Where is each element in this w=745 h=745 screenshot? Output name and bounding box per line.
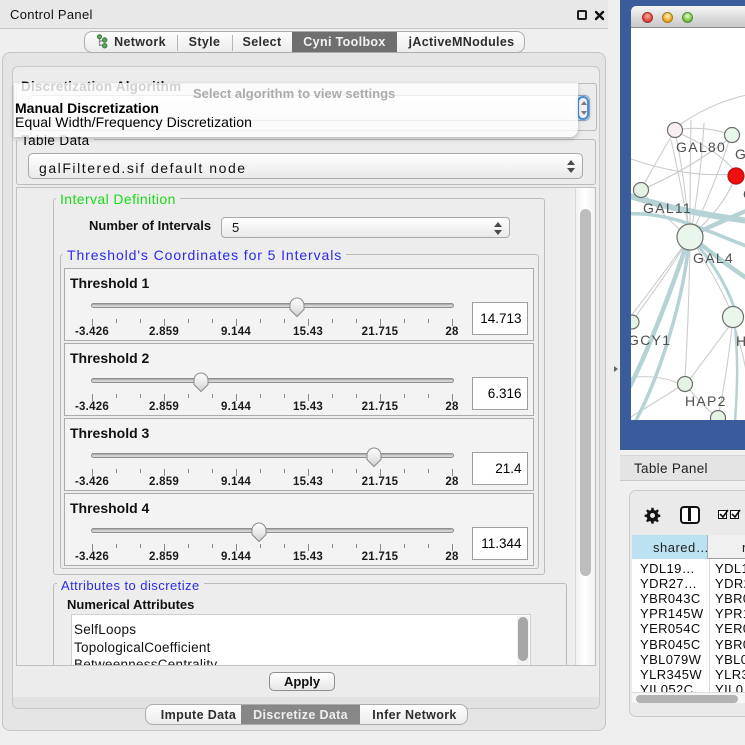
svg-text:GAL4: GAL4 (693, 250, 734, 266)
svg-text:GA: GA (735, 146, 745, 162)
svg-text:H: H (736, 333, 745, 349)
svg-text:GAL11: GAL11 (643, 200, 692, 216)
svg-text:HAP2: HAP2 (685, 393, 727, 409)
svg-text:GAL80: GAL80 (676, 139, 726, 155)
svg-text:GCY1: GCY1 (631, 332, 671, 348)
